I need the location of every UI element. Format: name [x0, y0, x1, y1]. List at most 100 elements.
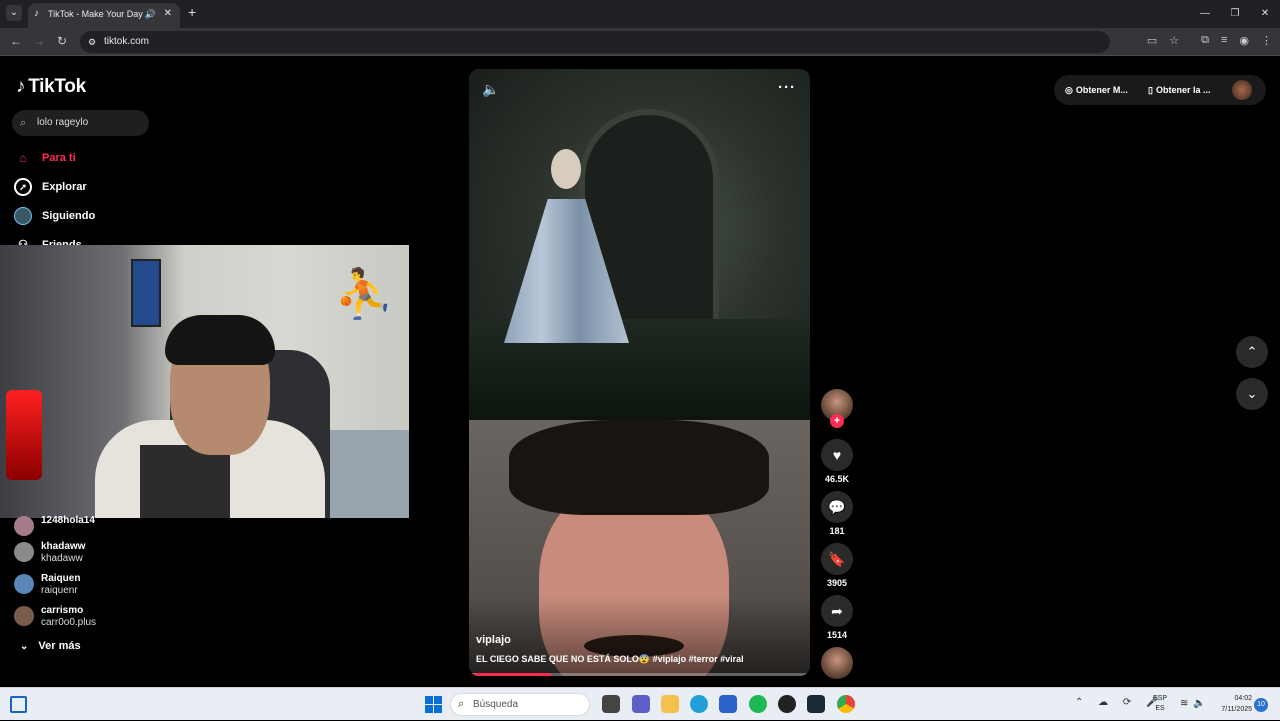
account-handle: carr0o0.plus — [41, 617, 97, 628]
tab-audio-icon[interactable]: 🔊 — [145, 3, 156, 25]
site-info-icon[interactable]: ⚙ — [88, 31, 96, 53]
video-top-scene — [469, 69, 810, 420]
extensions-icon[interactable]: ⧉ — [1201, 34, 1209, 47]
video-username[interactable]: viplajo — [476, 634, 511, 646]
video-player[interactable]: 🔈 ··· viplajo EL CIEGO SABE QUE NO ESTÁ … — [469, 69, 810, 676]
like-count: 46.5K — [824, 474, 850, 484]
spotify-icon[interactable] — [749, 695, 767, 713]
shirt-print — [140, 445, 230, 518]
cast-icon[interactable]: ▭ — [1147, 34, 1157, 47]
app-icon[interactable] — [778, 695, 796, 713]
previous-video-button[interactable]: ⌃ — [1236, 336, 1268, 368]
file-explorer-icon[interactable] — [661, 695, 679, 713]
save-action[interactable]: 🔖 3905 — [821, 543, 853, 588]
logo-text: TikTok — [28, 76, 86, 97]
media-control-icon[interactable]: ≡ — [1221, 34, 1227, 47]
profile-icon[interactable]: ◉ — [1239, 34, 1249, 47]
widgets-icon[interactable] — [10, 696, 27, 713]
following-account-1[interactable]: 1248hola14 — [14, 515, 95, 536]
task-view-icon[interactable] — [602, 695, 620, 713]
chrome-menu-icon[interactable]: ⋮ — [1261, 34, 1272, 47]
chevron-down-icon: ⌄ — [20, 641, 29, 652]
video-progress-bar[interactable] — [469, 673, 810, 676]
share-action[interactable]: ➦ 1514 — [821, 595, 853, 640]
address-bar[interactable]: ⚙ tiktok.com — [80, 31, 1110, 53]
taskbar-search-input[interactable]: ⌕ Búsqueda — [450, 693, 590, 716]
lang-region: ES — [1155, 705, 1165, 712]
forward-icon[interactable]: → — [33, 34, 45, 48]
notification-badge[interactable]: 10 — [1254, 698, 1268, 712]
see-more-button[interactable]: ⌄ Ver más — [20, 640, 81, 652]
account-handle: 1248hola14 — [41, 515, 95, 526]
account-handle: raiquenr — [41, 585, 78, 596]
sidebar-item-para-ti[interactable]: ⌂ Para ti — [14, 147, 75, 169]
windows-start-icon[interactable] — [425, 696, 442, 713]
language-indicator[interactable]: ESP ES — [1150, 694, 1170, 714]
tiktok-note-icon: ♪ — [16, 76, 26, 97]
get-coins-button[interactable]: ◎ Obtener M... — [1065, 75, 1128, 105]
avatar — [14, 516, 34, 536]
network-volume-icons[interactable]: ≋🔈 — [1180, 698, 1211, 709]
tab-close-icon[interactable]: ✕ — [164, 3, 172, 25]
progress-fill — [469, 673, 551, 676]
tiktok-logo[interactable]: ♪ TikTok — [16, 76, 86, 98]
taskbar-clock[interactable]: 04:02 7/11/2025 — [1212, 693, 1252, 715]
user-profile-avatar[interactable] — [1232, 80, 1252, 100]
chrome-icon[interactable] — [837, 695, 855, 713]
man-head — [551, 149, 581, 189]
next-video-button[interactable]: ⌄ — [1236, 378, 1268, 410]
like-action[interactable]: ♥ 46.5K — [821, 439, 853, 484]
get-app-button[interactable]: ▯ Obtener la ... — [1148, 75, 1210, 105]
store-icon[interactable] — [719, 695, 737, 713]
get-app-label: Obtener la ... — [1155, 85, 1211, 95]
sidebar-item-explorar[interactable]: ➚ Explorar — [14, 176, 87, 198]
steam-icon[interactable] — [807, 695, 825, 713]
follow-plus-icon[interactable]: + — [830, 414, 844, 428]
following-account-2[interactable]: khadaww khadaww — [14, 541, 85, 565]
comment-action[interactable]: 💬 181 — [821, 491, 853, 536]
minimize-button[interactable]: — — [1190, 0, 1220, 28]
close-window-button[interactable]: ✕ — [1250, 0, 1280, 28]
sidebar-item-siguiendo[interactable]: Siguiendo — [14, 205, 95, 227]
search-input[interactable]: ⌕ lolo rageylo — [12, 110, 149, 136]
heart-icon[interactable]: ♥ — [821, 439, 853, 471]
bookmark-icon[interactable]: 🔖 — [821, 543, 853, 575]
clock-date: 7/11/2025 — [1221, 706, 1252, 713]
account-name: khadaww — [41, 541, 86, 552]
avatar — [14, 542, 34, 562]
back-icon[interactable]: ← — [10, 34, 22, 48]
tiktok-favicon-icon: ♪ — [34, 8, 39, 19]
couch — [320, 430, 409, 518]
maximize-button[interactable]: ❐ — [1220, 0, 1250, 28]
search-placeholder: Búsqueda — [473, 699, 519, 710]
red-microphone — [6, 390, 42, 480]
teams-icon[interactable] — [632, 695, 650, 713]
comment-count: 181 — [829, 526, 845, 536]
comment-icon[interactable]: 💬 — [821, 491, 853, 523]
edge-icon[interactable] — [690, 695, 708, 713]
browser-tab-tiktok[interactable]: ♪ TikTok - Make Your Day 🔊 ✕ — [28, 3, 180, 28]
search-value: lolo rageylo — [37, 117, 89, 128]
coin-icon: ◎ — [1065, 85, 1073, 95]
get-coins-label: Obtener M... — [1075, 85, 1128, 95]
tab-title: TikTok - Make Your Day — [48, 9, 143, 19]
reload-icon[interactable]: ↻ — [57, 34, 67, 48]
music-disc-avatar[interactable] — [821, 647, 853, 679]
following-avatar-icon — [14, 207, 32, 225]
volume-icon[interactable]: 🔈 — [482, 81, 499, 98]
save-count: 3905 — [826, 578, 848, 588]
tab-search-menu-button[interactable]: ⌄ — [6, 5, 22, 21]
search-icon: ⌕ — [20, 117, 27, 129]
bookmark-star-icon[interactable]: ☆ — [1169, 34, 1179, 47]
sidebar-item-label: Siguiendo — [42, 210, 96, 222]
more-options-icon[interactable]: ··· — [778, 79, 796, 96]
share-icon[interactable]: ➦ — [821, 595, 853, 627]
wall-poster — [131, 259, 161, 327]
new-tab-button[interactable]: + — [188, 4, 196, 20]
lang-code: ESP — [1152, 695, 1167, 702]
following-account-4[interactable]: carrismo carr0o0.plus — [14, 605, 96, 629]
chevron-up-icon: ⌃ — [1246, 344, 1258, 359]
person-hair-headphones — [165, 315, 275, 365]
following-account-3[interactable]: Raiquen raiquenr — [14, 573, 80, 597]
avatar — [14, 574, 34, 594]
